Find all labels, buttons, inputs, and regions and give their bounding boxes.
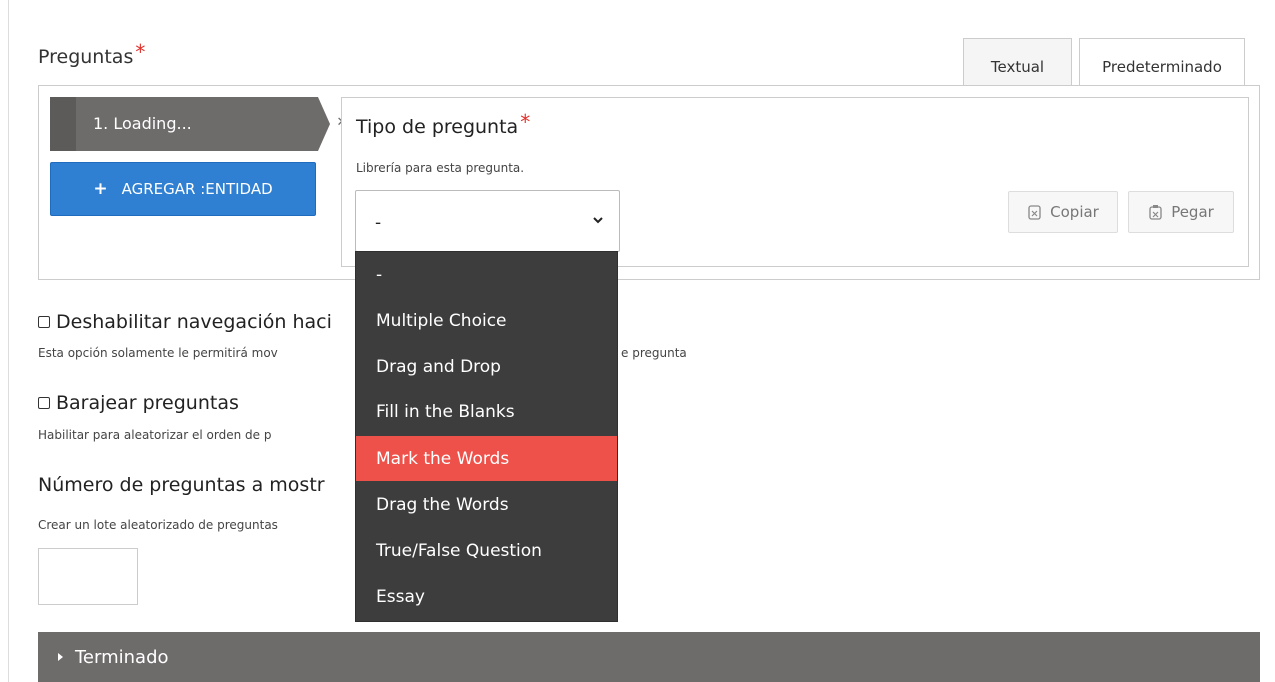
question-type-description: Librería para esta pregunta. — [356, 161, 525, 175]
num-questions-input[interactable] — [38, 548, 138, 605]
page: Preguntas * Textual Predeterminado 1. Loa… — [0, 0, 1275, 682]
dropdown-option[interactable]: Drag and Drop — [356, 344, 617, 389]
disable-nav-option: Deshabilitar navegación haci — [38, 311, 332, 333]
chevron-down-icon — [593, 217, 603, 224]
question-type-dropdown: - Multiple Choice Drag and Drop Fill in … — [355, 251, 618, 622]
tab-textual-label: Textual — [990, 57, 1045, 76]
paste-button-label: Pegar — [1171, 203, 1214, 221]
question-list-item-label: 1. Loading... — [93, 114, 192, 133]
dropdown-option-highlighted[interactable]: Mark the Words — [356, 436, 617, 481]
disable-nav-desc-right: e pregunta — [621, 346, 687, 360]
tab-textual[interactable]: Textual — [963, 38, 1072, 86]
left-divider — [8, 0, 9, 682]
add-entity-button-label: AGREGAR :ENTIDAD — [121, 180, 273, 198]
caret-right-icon — [58, 653, 63, 661]
num-questions-label: Número de preguntas a mostr — [38, 474, 325, 496]
section-title-text: Preguntas — [38, 46, 134, 68]
question-type-label-text: Tipo de pregunta — [356, 116, 519, 138]
shuffle-label: Barajear preguntas — [56, 392, 239, 414]
tab-predeterminado-label: Predeterminado — [1102, 58, 1222, 76]
tab-predeterminado[interactable]: Predeterminado — [1079, 38, 1245, 87]
required-mark: * — [135, 40, 146, 64]
required-mark: * — [520, 110, 531, 134]
dropdown-option[interactable]: - — [356, 252, 617, 297]
shuffle-option: Barajear preguntas — [38, 392, 239, 414]
paste-icon — [1149, 205, 1162, 220]
shuffle-checkbox[interactable] — [38, 397, 50, 409]
question-list-item[interactable]: 1. Loading... ✕ — [50, 97, 351, 151]
disable-nav-checkbox[interactable] — [38, 316, 50, 328]
copy-button-label: Copiar — [1050, 203, 1099, 221]
dropdown-option[interactable]: Fill in the Blanks — [356, 389, 617, 434]
section-title: Preguntas * — [38, 40, 145, 68]
shuffle-description: Habilitar para aleatorizar el orden de p — [38, 428, 272, 442]
plus-icon: + — [93, 179, 108, 199]
disable-nav-label: Deshabilitar navegación haci — [56, 311, 332, 333]
terminado-section-label: Terminado — [75, 646, 169, 668]
question-type-select-value: - — [375, 213, 382, 233]
drag-handle[interactable] — [50, 97, 76, 151]
dropdown-option[interactable]: Essay — [356, 574, 617, 619]
paste-button[interactable]: Pegar — [1128, 191, 1234, 233]
copy-button[interactable]: Copiar — [1008, 191, 1118, 233]
add-entity-button[interactable]: + AGREGAR :ENTIDAD — [50, 162, 316, 216]
terminado-section-toggle[interactable]: Terminado — [38, 632, 1260, 682]
disable-nav-description: Esta opción solamente le permitirá mov e… — [38, 346, 687, 360]
question-type-label: Tipo de pregunta * — [356, 110, 530, 138]
num-questions-description: Crear un lote aleatorizado de preguntas — [38, 518, 278, 532]
dropdown-option[interactable]: Multiple Choice — [356, 298, 617, 343]
copy-icon — [1028, 205, 1041, 220]
dropdown-option[interactable]: True/False Question — [356, 528, 617, 573]
question-type-select[interactable]: - — [355, 190, 620, 252]
disable-nav-desc-left: Esta opción solamente le permitirá mov — [38, 346, 278, 360]
dropdown-option[interactable]: Drag the Words — [356, 482, 617, 527]
